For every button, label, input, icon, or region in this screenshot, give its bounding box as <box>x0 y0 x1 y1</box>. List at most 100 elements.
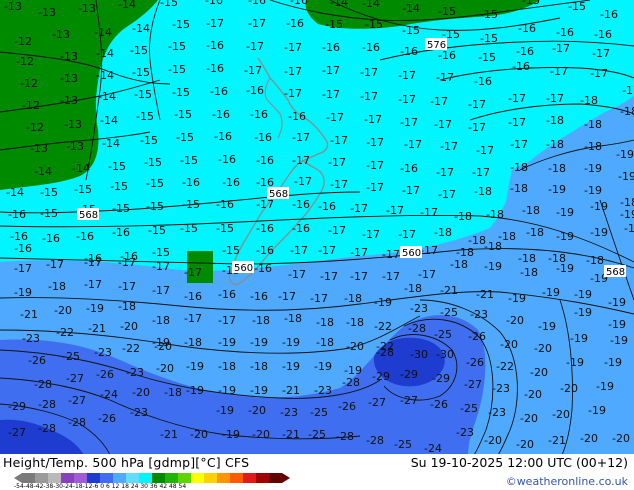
legend-swatch <box>204 473 217 483</box>
footer-bar: Height/Temp. 500 hPa [gdmp][°C] CFS Su 1… <box>0 454 634 490</box>
temperature-value: -19 <box>314 360 332 373</box>
temperature-value: -17 <box>328 224 346 237</box>
temperature-value: -16 <box>76 230 94 243</box>
temperature-value: -14 <box>96 47 114 60</box>
temperature-value: -16 <box>218 153 236 166</box>
temperature-value: -22 <box>56 326 74 339</box>
temperature-value: -17 <box>418 268 436 281</box>
temperature-value: -15 <box>172 86 190 99</box>
temperature-value: -18 <box>548 162 566 175</box>
temperature-value: -17 <box>360 90 378 103</box>
temperature-value: -13 <box>60 50 78 63</box>
temperature-value: -15 <box>222 244 240 257</box>
temperature-value: -17 <box>550 65 568 78</box>
temperature-value: -19 <box>574 306 592 319</box>
temperature-value: -16 <box>256 154 274 167</box>
temperature-value: -16 <box>518 22 536 35</box>
temperature-value: -18 <box>454 210 472 223</box>
temperature-value: -21 <box>548 434 566 447</box>
temperature-value: -16 <box>212 108 230 121</box>
temperature-value: -17 <box>84 256 102 269</box>
temperature-value: -17 <box>310 292 328 305</box>
temperature-value: -17 <box>290 244 308 257</box>
legend-swatch <box>243 473 256 483</box>
temperature-value: -17 <box>430 95 448 108</box>
temperature-value: -18 <box>346 316 364 329</box>
temperature-value: -20 <box>612 432 630 445</box>
temperature-value: -16 <box>400 162 418 175</box>
legend-swatch <box>269 473 282 483</box>
temperature-value: -19 <box>282 360 300 373</box>
temperature-value: -17 <box>284 65 302 78</box>
temperature-value: -18 <box>584 140 602 153</box>
legend-swatch <box>87 473 100 483</box>
temperature-value: -18 <box>518 252 536 265</box>
temperature-value: -16 <box>214 130 232 143</box>
temperature-value: -19 <box>584 162 602 175</box>
temperature-value: -17 <box>152 260 170 273</box>
temperature-value: -14 <box>72 162 90 175</box>
temperature-value: -15 <box>160 0 178 9</box>
temperature-value: -17 <box>438 188 456 201</box>
temperature-value: -19 <box>620 208 634 221</box>
temperature-value: -23 <box>280 406 298 419</box>
credit-text: ©weatheronline.co.uk <box>505 475 628 488</box>
temperature-value: -15 <box>522 0 540 7</box>
temperature-value: -17 <box>592 47 610 60</box>
temperature-value: -20 <box>120 320 138 333</box>
temperature-value: -15 <box>112 202 130 215</box>
temperature-value: -14 <box>96 69 114 82</box>
temperature-value: -17 <box>322 88 340 101</box>
valid-time: Su 19-10-2025 12:00 UTC (00+12) <box>410 455 628 470</box>
temperature-value: -20 <box>190 428 208 441</box>
temperature-value: -20 <box>248 404 266 417</box>
temperature-value: -21 <box>440 284 458 297</box>
legend-swatch <box>165 473 178 483</box>
temperature-value: -16 <box>254 131 272 144</box>
temperature-value: -13 <box>66 140 84 153</box>
temperature-value: -15 <box>365 18 383 31</box>
height-label: 568 <box>604 265 626 278</box>
temperature-value: -13 <box>4 0 22 13</box>
temperature-value: -13 <box>64 118 82 131</box>
temperature-value: -16 <box>246 84 264 97</box>
temperature-value: -19 <box>186 360 204 373</box>
temperature-value: -18 <box>624 222 634 235</box>
temperature-value: -17 <box>404 138 422 151</box>
temperature-value: -12 <box>20 77 38 90</box>
temperature-value: -15 <box>180 154 198 167</box>
temperature-value: -16 <box>256 244 274 257</box>
temperature-value: -17 <box>284 41 302 54</box>
temperature-value: -16 <box>210 85 228 98</box>
temperature-value: -20 <box>530 366 548 379</box>
temperature-value: -14 <box>118 0 136 11</box>
temperature-value: -20 <box>484 434 502 447</box>
temperature-value: -15 <box>130 44 148 57</box>
temperature-value: -26 <box>28 354 46 367</box>
temperature-value: -17 <box>508 92 526 105</box>
temperature-value: -24 <box>100 388 118 401</box>
legend-swatch <box>256 473 269 483</box>
temperature-value: -19 <box>590 200 608 213</box>
temperature-value: -18 <box>510 161 528 174</box>
temperature-value: -19 <box>566 356 584 369</box>
temperature-value: -16 <box>206 62 224 75</box>
temperature-value: -23 <box>410 302 428 315</box>
map-title: Height/Temp. 500 hPa [gdmp][°C] CFS <box>3 455 250 470</box>
temperature-value: -17 <box>46 258 64 271</box>
temperature-value: -17 <box>244 64 262 77</box>
temperature-value: -17 <box>552 42 570 55</box>
temperature-value: -18 <box>152 314 170 327</box>
temperature-value: -15 <box>146 177 164 190</box>
temperature-value: -16 <box>222 176 240 189</box>
temperature-value: -26 <box>338 400 356 413</box>
temperature-value: -15 <box>168 63 186 76</box>
height-label-text: 560 <box>402 248 421 259</box>
temperature-value: -15 <box>108 160 126 173</box>
temperature-value: -14 <box>330 0 348 9</box>
temperature-value: -16 <box>256 222 274 235</box>
temperature-value: -19 <box>556 206 574 219</box>
temperature-value: -16 <box>512 60 530 73</box>
temperature-value: -17 <box>152 284 170 297</box>
temperature-value: -19 <box>538 320 556 333</box>
